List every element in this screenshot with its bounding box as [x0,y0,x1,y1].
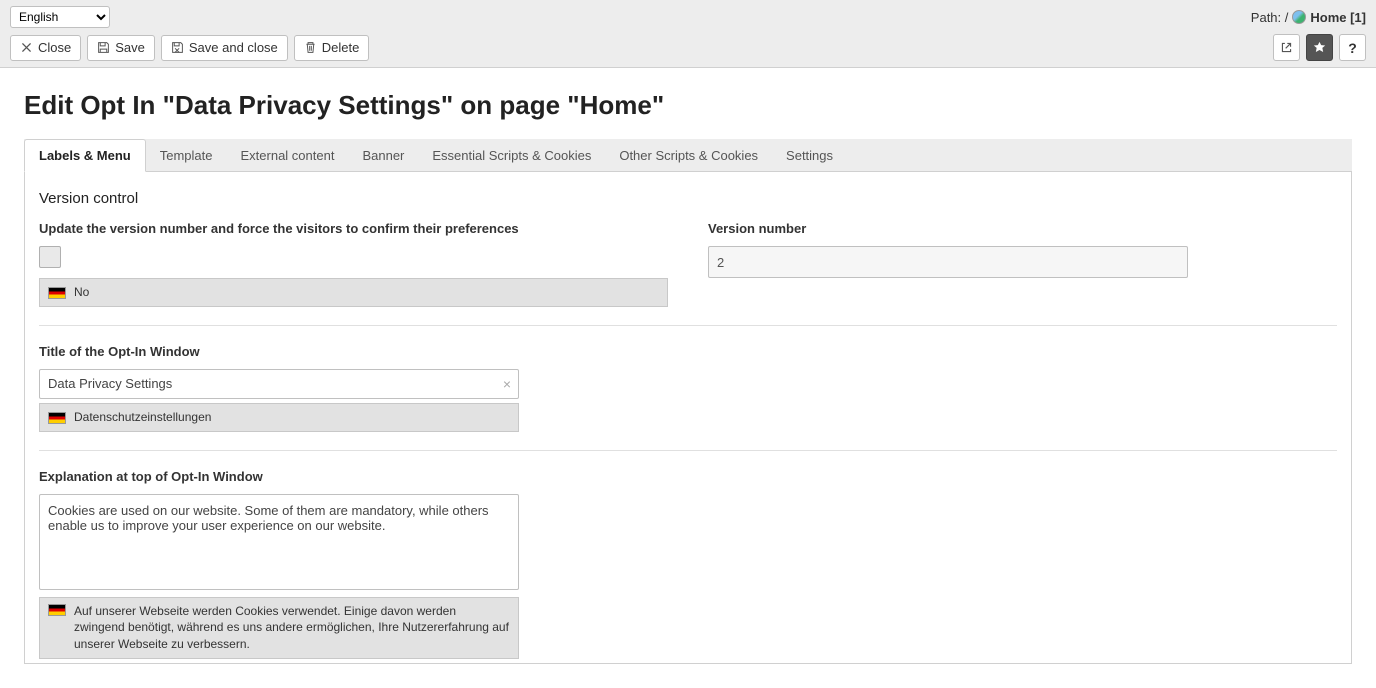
flag-de-icon [48,412,66,424]
clear-title-icon[interactable]: × [503,376,511,392]
save-close-icon [171,41,184,54]
language-select[interactable]: English [10,6,110,28]
label-explanation: Explanation at top of Opt-In Window [39,469,1337,484]
save-close-button[interactable]: Save and close [161,35,288,61]
toolbar: English Path: / Home [1] Close Save Save… [0,0,1376,68]
checkbox-update-version[interactable] [39,246,61,268]
label-version-number: Version number [708,221,1337,236]
translation-explanation: Auf unserer Webseite werden Cookies verw… [39,597,519,659]
action-buttons: Close Save Save and close Delete [10,35,369,61]
close-label: Close [38,40,71,55]
close-icon [20,41,33,54]
tab-banner[interactable]: Banner [348,139,418,171]
translation-title: Datenschutzeinstellungen [39,403,519,432]
utility-buttons: ? [1273,34,1366,61]
translation-text: No [74,284,89,301]
save-icon [97,41,110,54]
translation-text: Auf unserer Webseite werden Cookies verw… [74,603,510,653]
breadcrumb: Path: / Home [1] [1251,10,1366,25]
textarea-explanation[interactable] [39,494,519,590]
delete-label: Delete [322,40,360,55]
question-icon: ? [1348,40,1357,56]
favorite-button[interactable] [1306,34,1333,61]
page-title: Edit Opt In "Data Privacy Settings" on p… [24,90,1352,121]
external-link-icon [1280,41,1293,54]
save-close-label: Save and close [189,40,278,55]
save-button[interactable]: Save [87,35,155,61]
help-button[interactable]: ? [1339,34,1366,61]
tab-template[interactable]: Template [146,139,227,171]
label-title: Title of the Opt-In Window [39,344,1337,359]
input-version-number[interactable] [708,246,1188,278]
open-external-button[interactable] [1273,34,1300,61]
delete-button[interactable]: Delete [294,35,370,61]
tab-panel: Version control Update the version numbe… [24,172,1352,664]
tab-settings[interactable]: Settings [772,139,847,171]
trash-icon [304,41,317,54]
path-page[interactable]: Home [1] [1310,10,1366,25]
tab-external-content[interactable]: External content [227,139,349,171]
tab-essential-scripts[interactable]: Essential Scripts & Cookies [418,139,605,171]
input-title[interactable] [39,369,519,399]
translation-text: Datenschutzeinstellungen [74,409,211,426]
translation-update-version: No [39,278,668,307]
label-update-version: Update the version number and force the … [39,221,668,236]
globe-icon [1292,10,1306,24]
flag-de-icon [48,287,66,299]
star-icon [1313,41,1326,54]
section-version-control: Version control [39,190,1337,207]
path-prefix: Path: / [1251,10,1289,25]
tabs: Labels & Menu Template External content … [24,139,1352,172]
save-label: Save [115,40,145,55]
flag-de-icon [48,604,66,616]
tab-labels-menu[interactable]: Labels & Menu [24,139,146,172]
tab-other-scripts[interactable]: Other Scripts & Cookies [605,139,772,171]
close-button[interactable]: Close [10,35,81,61]
